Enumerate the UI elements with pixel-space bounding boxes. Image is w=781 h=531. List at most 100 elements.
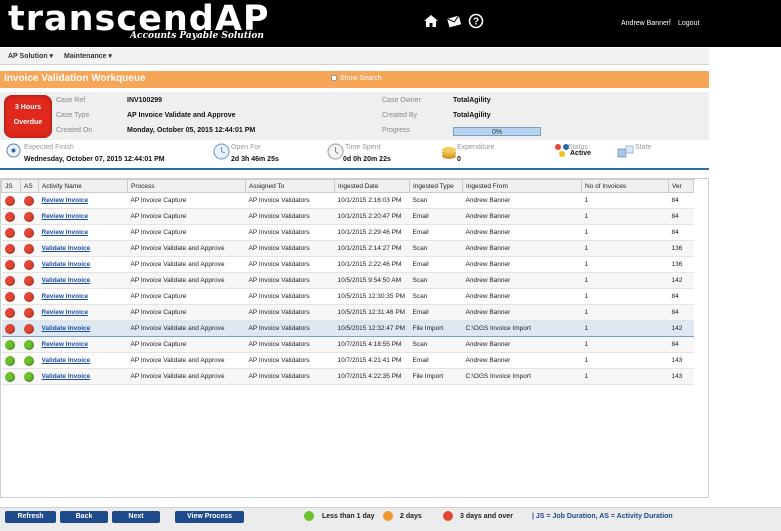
table-row[interactable]: Validate Invoice AP Invoice Validate and … (1, 272, 694, 289)
table-row[interactable]: Validate Invoice AP Invoice Validate and … (1, 368, 694, 385)
version-cell: 84 (668, 288, 694, 305)
col-header-as[interactable]: AS (20, 179, 39, 193)
ingested-from-cell: Andrew Banner (462, 288, 582, 305)
progress-bar: 0% (453, 127, 541, 136)
process-cell: AP Invoice Capture (127, 288, 246, 305)
ingested-from-cell: C:\OGS Invoice Import (462, 320, 582, 337)
table-row[interactable]: Validate Invoice AP Invoice Validate and … (1, 320, 694, 337)
activity-link[interactable]: Review Invoice (42, 309, 89, 316)
back-button[interactable]: Back (60, 511, 108, 523)
js-status-cell (1, 272, 21, 289)
table-row[interactable]: Validate Invoice AP Invoice Validate and … (1, 256, 694, 273)
table-header-row: JS AS Activity Name Process Assigned To … (1, 179, 694, 193)
version-cell: 136 (668, 256, 694, 273)
activity-link[interactable]: Validate Invoice (42, 373, 91, 380)
menu-ap-solution[interactable]: AP Solution ▾ (8, 52, 53, 60)
ingested-from-cell: Andrew Banner (462, 208, 582, 225)
job-duration-indicator-icon (4, 275, 15, 286)
envelope-icon[interactable] (446, 13, 462, 29)
process-cell: AP Invoice Validate and Approve (127, 240, 246, 257)
created-by-value: TotalAgility (453, 112, 491, 119)
col-header-ver[interactable]: Ver (668, 179, 694, 193)
col-header-process[interactable]: Process (127, 179, 246, 193)
help-icon[interactable]: ? (468, 13, 484, 29)
assigned-to-cell: AP Invoice Validators (245, 336, 335, 353)
js-status-cell (1, 304, 21, 321)
as-status-cell (20, 352, 39, 369)
ingested-type-cell: Email (409, 256, 463, 273)
activity-link[interactable]: Validate Invoice (42, 261, 91, 268)
show-search-label: Show Search (340, 75, 382, 82)
activity-link[interactable]: Validate Invoice (42, 277, 91, 284)
ingested-date-cell: 10/5/2015 12:30:35 PM (334, 288, 410, 305)
job-duration-indicator-icon (4, 339, 15, 350)
as-status-cell (20, 304, 39, 321)
job-duration-indicator-icon (4, 371, 15, 382)
col-header-ingested-type[interactable]: Ingested Type (409, 179, 463, 193)
activity-link[interactable]: Review Invoice (42, 341, 89, 348)
activity-link[interactable]: Review Invoice (42, 197, 89, 204)
ingested-type-cell: File Import (409, 320, 463, 337)
table-row[interactable]: Review Invoice AP Invoice Capture AP Invoi… (1, 304, 694, 321)
activity-name-cell: Review Invoice (38, 336, 128, 353)
ingested-type-cell: Email (409, 304, 463, 321)
table-row[interactable]: Review Invoice AP Invoice Capture AP Invoi… (1, 208, 694, 225)
home-icon[interactable] (423, 13, 439, 29)
col-header-assigned-to[interactable]: Assigned To (245, 179, 335, 193)
open-for-label: Open For (231, 144, 261, 151)
table-row[interactable]: Validate Invoice AP Invoice Validate and … (1, 240, 694, 257)
version-cell: 136 (668, 240, 694, 257)
version-cell: 84 (668, 336, 694, 353)
clock-icon (213, 143, 230, 160)
activity-link[interactable]: Review Invoice (42, 229, 89, 236)
activity-name-cell: Validate Invoice (38, 240, 128, 257)
col-header-ingested-date[interactable]: Ingested Date (334, 179, 410, 193)
activity-duration-indicator-icon (23, 195, 34, 206)
table-row[interactable]: Review Invoice AP Invoice Capture AP Invoi… (1, 192, 694, 209)
assigned-to-cell: AP Invoice Validators (245, 240, 335, 257)
js-status-cell (1, 256, 21, 273)
title-bar: Invoice Validation Workqueue Show Search (0, 71, 709, 88)
view-process-button[interactable]: View Process (175, 511, 244, 523)
col-header-js[interactable]: JS (1, 179, 21, 193)
js-status-cell (1, 352, 21, 369)
assigned-to-cell: AP Invoice Validators (245, 256, 335, 273)
menu-maintenance[interactable]: Maintenance ▾ (64, 52, 112, 60)
activity-link[interactable]: Review Invoice (42, 293, 89, 300)
job-duration-indicator-icon (4, 307, 15, 318)
expected-finish-value: Wednesday, October 07, 2015 12:44:01 PM (24, 156, 165, 163)
ingested-from-cell: Andrew Banner (462, 256, 582, 273)
ingested-date-cell: 10/1/2015 2:14:27 PM (334, 240, 410, 257)
col-header-activity-name[interactable]: Activity Name (38, 179, 128, 193)
job-duration-indicator-icon (4, 211, 15, 222)
activity-duration-indicator-icon (23, 291, 34, 302)
process-cell: AP Invoice Capture (127, 208, 246, 225)
refresh-button[interactable]: Refresh (5, 511, 56, 523)
table-row[interactable]: Validate Invoice AP Invoice Validate and … (1, 352, 694, 369)
logout-link[interactable]: Logout (678, 20, 699, 27)
activity-link[interactable]: Validate Invoice (42, 357, 91, 364)
table-row[interactable]: Review Invoice AP Invoice Capture AP Invoi… (1, 288, 694, 305)
activity-link[interactable]: Validate Invoice (42, 245, 91, 252)
bottom-toolbar: Refresh Back Next View Process Less than… (0, 507, 781, 531)
ingested-type-cell: Email (409, 352, 463, 369)
legend-red-icon (443, 511, 453, 521)
table-row[interactable]: Review Invoice AP Invoice Capture AP Invoi… (1, 336, 694, 353)
invoice-count-cell: 1 (581, 368, 669, 385)
col-header-no-of-invoices[interactable]: No of Invoices (581, 179, 669, 193)
activity-link[interactable]: Review Invoice (42, 213, 89, 220)
next-button[interactable]: Next (112, 511, 160, 523)
ingested-from-cell: Andrew Banner (462, 352, 582, 369)
show-search-checkbox[interactable] (331, 75, 337, 81)
case-ref-label: Case Ref (56, 97, 86, 104)
invoice-count-cell: 1 (581, 192, 669, 209)
activity-name-cell: Review Invoice (38, 304, 128, 321)
brand-tagline: Accounts Payable Solution (130, 31, 264, 41)
table-row[interactable]: Review Invoice AP Invoice Capture AP Invoi… (1, 224, 694, 241)
col-header-ingested-from[interactable]: Ingested From (462, 179, 582, 193)
job-duration-indicator-icon (4, 227, 15, 238)
js-status-cell (1, 320, 21, 337)
show-search-toggle[interactable]: Show Search (331, 75, 382, 82)
process-cell: AP Invoice Capture (127, 224, 246, 241)
activity-link[interactable]: Validate Invoice (42, 325, 91, 332)
